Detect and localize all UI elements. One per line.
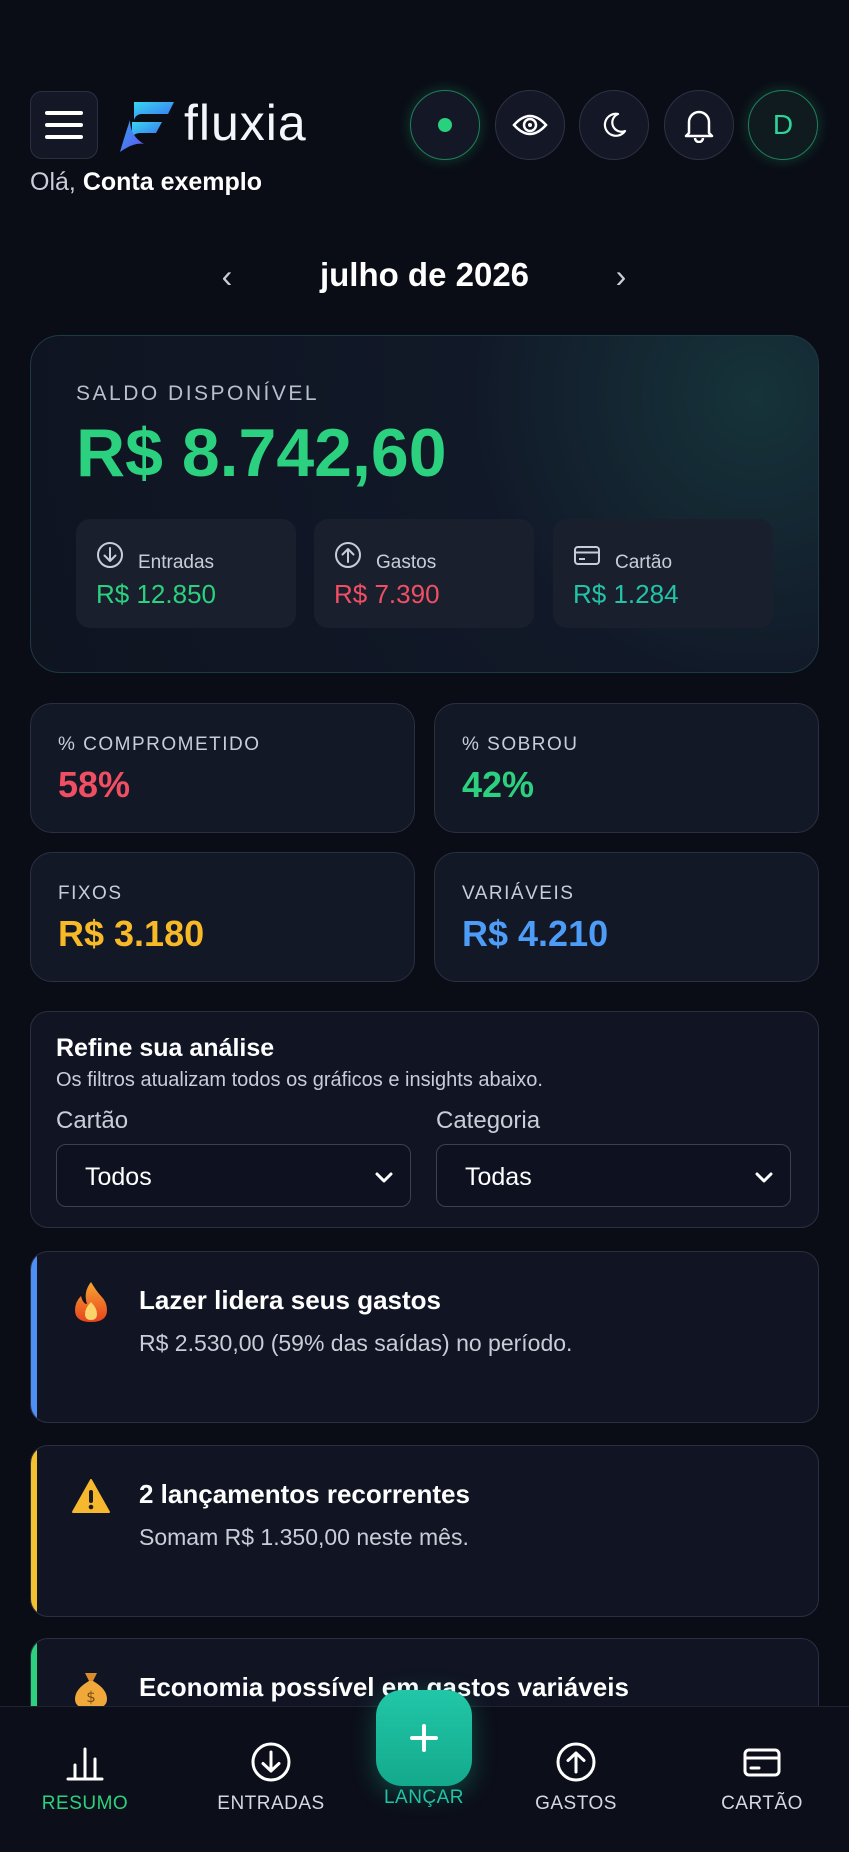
user-name: Conta exemplo [82, 168, 263, 196]
menu-icon [45, 111, 83, 139]
add-entry-label[interactable]: LANÇAR [354, 1787, 494, 1809]
card-filter-select[interactable]: Todos [56, 1144, 411, 1207]
next-month-button[interactable]: › [601, 258, 641, 295]
card-summary[interactable]: Cartão R$ 1.284 [553, 519, 773, 628]
notifications-button[interactable] [664, 90, 734, 160]
balance-card: SALDO DISPONÍVEL R$ 8.742,60 Entradas R$… [30, 335, 819, 673]
remaining-percent-card: % SOBROU 42% [434, 703, 819, 833]
income-summary[interactable]: Entradas R$ 12.850 [76, 519, 296, 628]
insight-title: 2 lançamentos recorrentes [139, 1479, 470, 1509]
month-title: julho de 2026 [319, 256, 530, 293]
filter-subtitle: Os filtros atualizam todos os gráficos e… [56, 1069, 543, 1091]
category-filter-label: Categoria [436, 1107, 541, 1134]
greeting: Olá, Conta exemplo [30, 168, 262, 197]
fluxia-logo-icon [120, 102, 174, 152]
insight-text: Somam R$ 1.350,00 neste mês. [139, 1524, 469, 1550]
visibility-toggle-button[interactable] [495, 90, 565, 160]
app-header: fluxia D [30, 90, 819, 160]
app-logo[interactable]: fluxia [118, 95, 307, 156]
fixed-expenses-card: FIXOS R$ 3.180 [30, 852, 415, 982]
arrow-up-circle-icon [335, 542, 361, 568]
stat-label: VARIÁVEIS [462, 883, 575, 904]
committed-percent-card: % COMPROMETIDO 58% [30, 703, 415, 833]
month-navigation: ‹ julho de 2026 › [0, 254, 849, 300]
card-value: R$ 1.284 [573, 579, 679, 609]
stat-value: R$ 4.210 [462, 913, 609, 954]
stat-value: 42% [462, 764, 535, 805]
card-filter-label: Cartão [56, 1107, 129, 1134]
chevron-down-icon [375, 1172, 393, 1183]
insight-text: R$ 2.530,00 (59% das saídas) no período. [139, 1330, 573, 1356]
plus-icon [410, 1724, 438, 1752]
category-filter-select[interactable]: Todas [436, 1144, 791, 1207]
theme-toggle-button[interactable] [579, 90, 649, 160]
chevron-down-icon [755, 1172, 773, 1183]
status-button[interactable] [410, 90, 480, 160]
balance-value: R$ 8.742,60 [76, 415, 447, 491]
stat-label: % COMPROMETIDO [58, 734, 261, 755]
filter-title: Refine sua análise [56, 1034, 275, 1062]
bell-icon [684, 110, 714, 143]
credit-card-icon [743, 1748, 781, 1777]
menu-button[interactable] [30, 91, 98, 159]
expenses-summary[interactable]: Gastos R$ 7.390 [314, 519, 534, 628]
greeting-prefix: Olá, [30, 168, 76, 196]
app-page: fluxia D Olá, Conta exemplo ‹ julho de 2… [0, 0, 849, 1852]
card-label: Cartão [615, 552, 673, 573]
nav-cartao[interactable]: CARTÃO [692, 1741, 832, 1815]
status-dot-icon [438, 118, 452, 132]
eye-icon [512, 114, 548, 136]
moon-icon [603, 112, 627, 137]
svg-text:$: $ [86, 1688, 96, 1706]
nav-gastos[interactable]: GASTOS [506, 1741, 646, 1815]
expenses-label: Gastos [376, 552, 437, 573]
add-entry-button[interactable] [376, 1690, 472, 1786]
bar-chart-icon [66, 1747, 104, 1781]
insight-title: Lazer lidera seus gastos [139, 1285, 442, 1315]
stat-label: % SOBROU [462, 734, 579, 755]
nav-resumo[interactable]: RESUMO [15, 1741, 155, 1815]
arrow-down-circle-icon [97, 542, 123, 568]
credit-card-icon [574, 546, 600, 565]
arrow-down-circle-icon [251, 1742, 291, 1782]
nav-entradas[interactable]: ENTRADAS [201, 1741, 341, 1815]
nav-label: CARTÃO [721, 1793, 803, 1814]
money-bag-icon: $ [75, 1673, 107, 1709]
nav-label: RESUMO [41, 1793, 129, 1814]
stat-label: FIXOS [58, 883, 123, 904]
filter-card: Refine sua análise Os filtros atualizam … [30, 1011, 819, 1228]
income-label: Entradas [138, 552, 215, 573]
insight-card[interactable]: Lazer lidera seus gastos R$ 2.530,00 (59… [30, 1251, 819, 1423]
nav-label: GASTOS [535, 1793, 617, 1814]
avatar[interactable]: D [748, 90, 818, 160]
expenses-value: R$ 7.390 [334, 579, 440, 609]
stat-value: R$ 3.180 [58, 913, 205, 954]
card-filter-value: Todos [85, 1163, 152, 1191]
fire-icon [75, 1282, 107, 1322]
insight-card[interactable]: 2 lançamentos recorrentes Somam R$ 1.350… [30, 1445, 819, 1617]
arrow-up-circle-icon [556, 1742, 596, 1782]
category-filter-value: Todas [465, 1163, 532, 1191]
variable-expenses-card: VARIÁVEIS R$ 4.210 [434, 852, 819, 982]
balance-label: SALDO DISPONÍVEL [76, 382, 320, 405]
app-name: fluxia [184, 95, 307, 151]
income-value: R$ 12.850 [96, 579, 216, 609]
stat-value: 58% [58, 764, 131, 805]
nav-label: ENTRADAS [217, 1793, 325, 1814]
warning-icon [72, 1479, 110, 1513]
